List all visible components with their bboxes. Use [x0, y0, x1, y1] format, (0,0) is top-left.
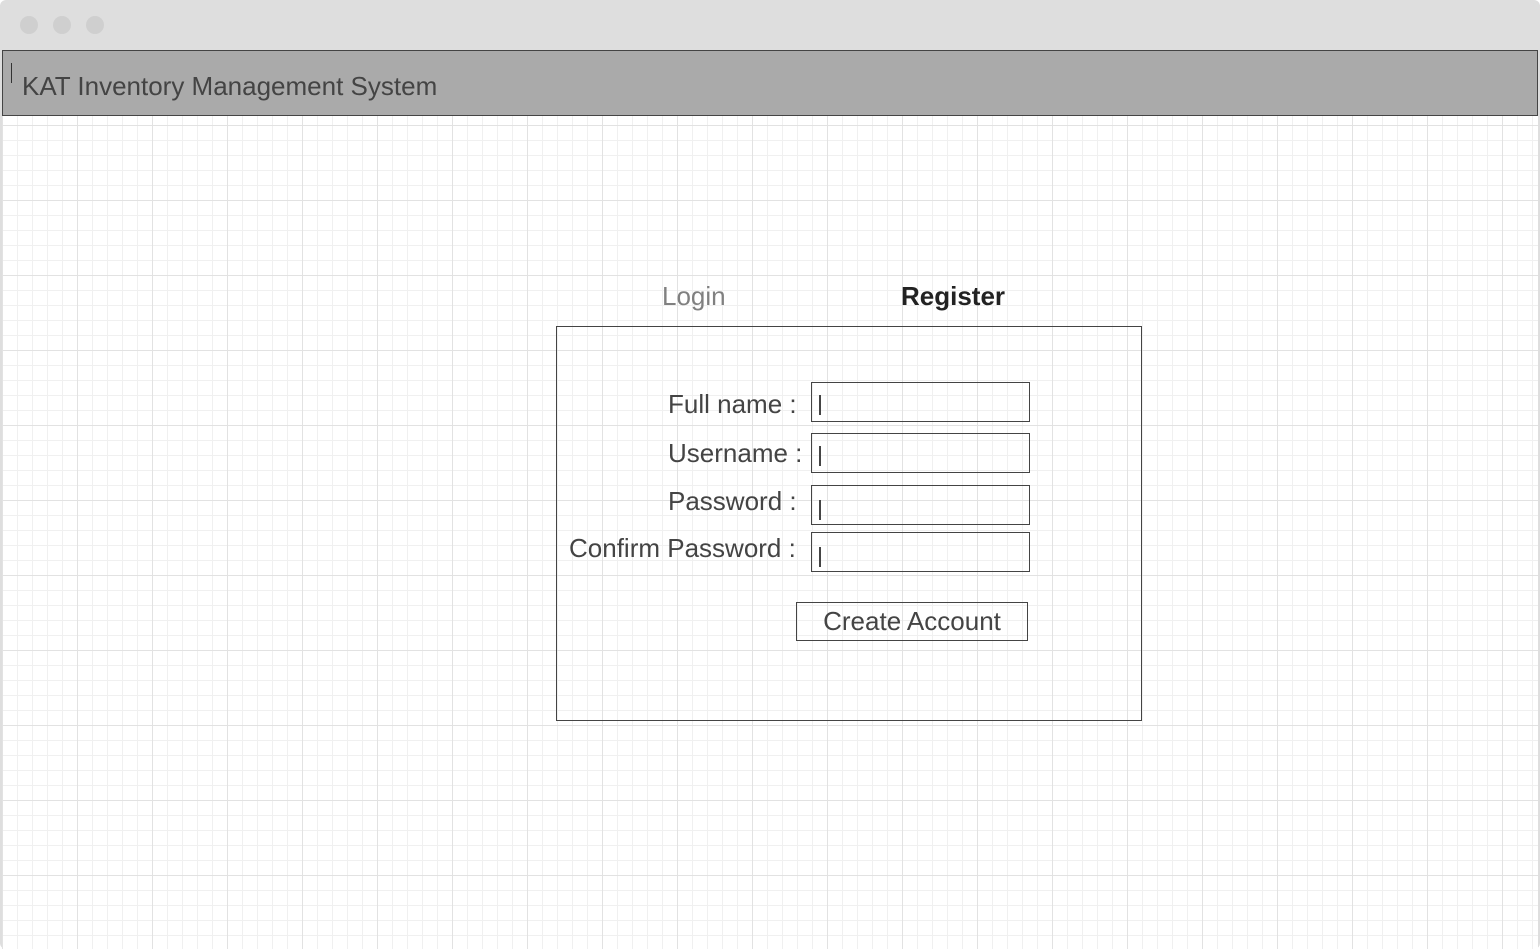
window-close-button[interactable]	[20, 16, 38, 34]
password-input[interactable]	[811, 485, 1030, 525]
text-caret	[819, 395, 821, 415]
window-maximize-button[interactable]	[86, 16, 104, 34]
confirm-password-input[interactable]	[811, 532, 1030, 572]
app-window: KAT Inventory Management System Login Re…	[0, 0, 1540, 949]
text-caret	[819, 500, 821, 520]
confirm-password-label: Confirm Password :	[569, 533, 796, 563]
password-label: Password :	[668, 486, 797, 516]
window-minimize-button[interactable]	[53, 16, 71, 34]
text-caret	[819, 547, 821, 567]
username-label: Username :	[668, 438, 803, 468]
create-account-button[interactable]: Create Account	[796, 602, 1028, 641]
app-header: KAT Inventory Management System	[2, 50, 1538, 116]
tab-login[interactable]: Login	[662, 281, 726, 312]
username-input[interactable]	[811, 433, 1030, 473]
full-name-label: Full name :	[668, 389, 797, 419]
tab-register[interactable]: Register	[901, 281, 1005, 312]
full-name-input[interactable]	[811, 382, 1030, 422]
app-title: KAT Inventory Management System	[22, 71, 438, 101]
text-caret	[11, 63, 12, 83]
text-caret	[819, 446, 821, 466]
